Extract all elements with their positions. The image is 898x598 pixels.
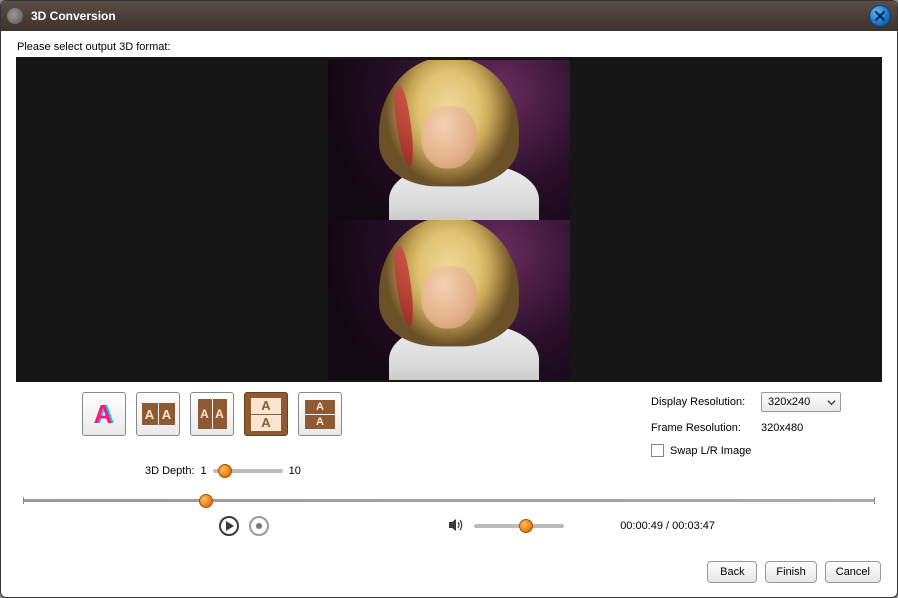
format-letter-a-icon: A	[142, 403, 158, 425]
bottom-button-bar: Back Finish Cancel	[707, 561, 881, 583]
stop-icon	[256, 523, 262, 529]
depth-slider[interactable]	[213, 469, 283, 473]
format-letter-a-icon: A	[213, 399, 227, 429]
format-buttons: A A A A A A A	[82, 392, 342, 457]
window-title: 3D Conversion	[31, 9, 116, 23]
video-preview	[16, 57, 882, 382]
close-button[interactable]	[869, 5, 891, 27]
display-resolution-row: Display Resolution: 320x240	[651, 392, 841, 412]
format-sbs-half-button[interactable]: A A	[136, 392, 180, 436]
format-letter-a-icon: A	[251, 415, 281, 431]
display-resolution-value: 320x240	[768, 396, 810, 408]
volume-icon	[448, 518, 464, 532]
play-icon	[225, 521, 235, 531]
format-letter-a-icon: A	[305, 415, 335, 429]
play-button[interactable]	[219, 516, 239, 536]
close-icon	[875, 11, 885, 21]
preview-top-half	[328, 60, 570, 220]
instruction-text: Please select output 3D format:	[17, 41, 885, 53]
depth-slider-thumb[interactable]	[218, 464, 232, 478]
titlebar: 3D Conversion	[1, 1, 897, 31]
chevron-down-icon	[827, 398, 836, 407]
display-resolution-dropdown[interactable]: 320x240	[761, 392, 841, 412]
format-tb-full-button[interactable]: A A	[298, 392, 342, 436]
swap-lr-label: Swap L/R Image	[670, 445, 751, 457]
frame-resolution-row: Frame Resolution: 320x480	[651, 422, 841, 434]
timeline-row	[23, 499, 875, 502]
depth-min: 1	[201, 465, 207, 477]
display-resolution-label: Display Resolution:	[651, 396, 761, 408]
stop-button[interactable]	[249, 516, 269, 536]
depth-label: 3D Depth:	[145, 465, 195, 477]
format-letter-a-icon: A	[198, 399, 212, 429]
volume-slider-thumb[interactable]	[519, 519, 533, 533]
format-anaglyph-button[interactable]: A	[82, 392, 126, 436]
timeline-slider-thumb[interactable]	[199, 494, 213, 508]
playback-row: 00:00:49 / 00:03:47	[23, 516, 875, 536]
swap-lr-row: Swap L/R Image	[651, 444, 841, 457]
finish-button[interactable]: Finish	[765, 561, 816, 583]
timeline-slider[interactable]	[23, 499, 875, 502]
format-tb-half-button[interactable]: A A	[244, 392, 288, 436]
depth-row: 3D Depth: 1 10	[145, 465, 885, 477]
format-letter-a-icon: A	[251, 398, 281, 414]
format-letter-a-icon: A	[159, 403, 175, 425]
format-sbs-full-button[interactable]: A A	[190, 392, 234, 436]
content-area: Please select output 3D format:	[5, 31, 893, 593]
swap-lr-checkbox[interactable]	[651, 444, 664, 457]
volume-slider[interactable]	[474, 524, 564, 528]
depth-max: 10	[289, 465, 301, 477]
controls-row: A A A A A A A	[13, 392, 885, 457]
frame-resolution-label: Frame Resolution:	[651, 422, 761, 434]
right-settings: Display Resolution: 320x240 Frame Resolu…	[651, 392, 841, 457]
time-display: 00:00:49 / 00:03:47	[620, 520, 715, 532]
window-frame: 3D Conversion Please select output 3D fo…	[0, 0, 898, 598]
app-icon	[7, 8, 23, 24]
format-letter-a-icon: A	[305, 400, 335, 414]
back-button[interactable]: Back	[707, 561, 757, 583]
frame-resolution-value: 320x480	[761, 422, 803, 434]
anaglyph-a-icon: A	[95, 399, 114, 430]
volume-button[interactable]	[448, 518, 464, 535]
cancel-button[interactable]: Cancel	[825, 561, 881, 583]
preview-bottom-half	[328, 220, 570, 380]
